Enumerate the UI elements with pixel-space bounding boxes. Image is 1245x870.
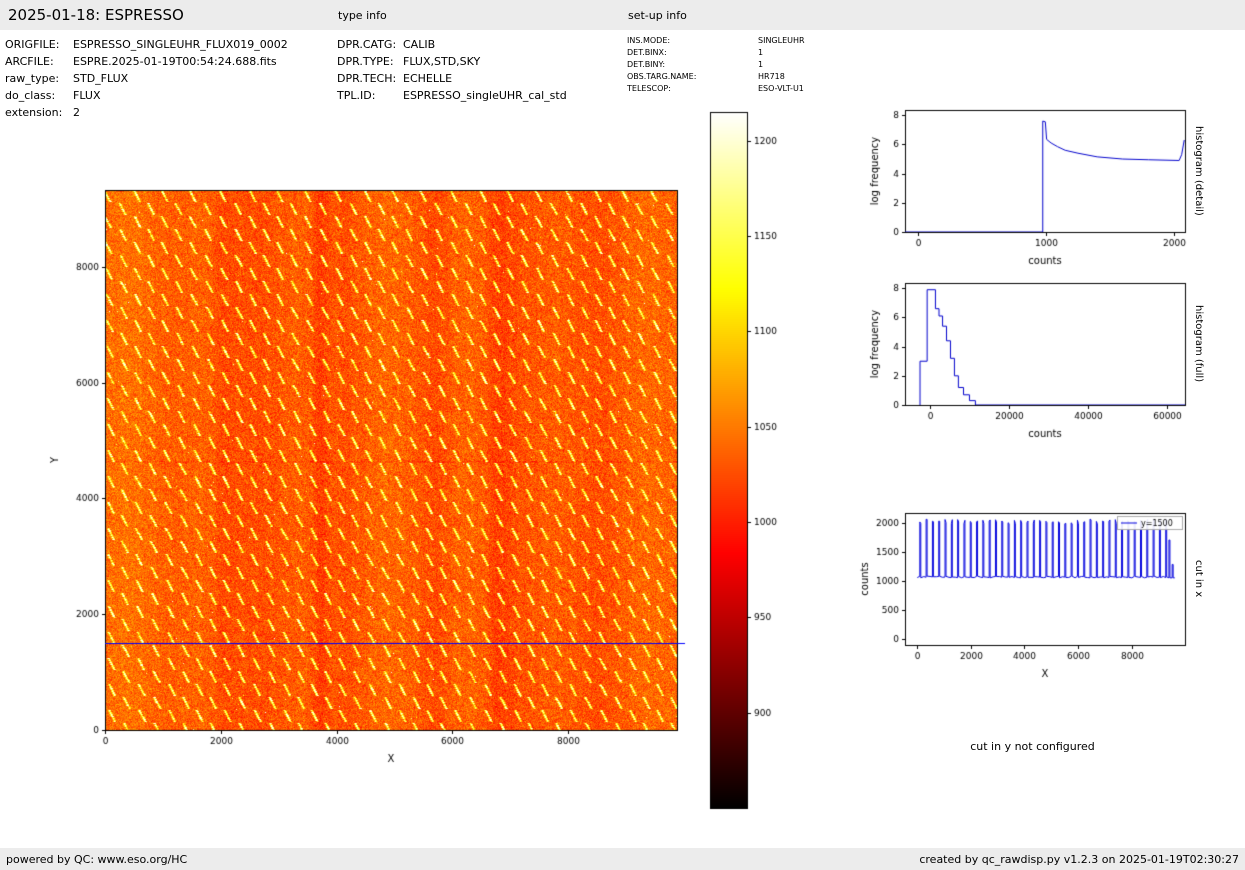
meta-label: ARCFILE: — [5, 55, 54, 68]
header-bar: 2025-01-18: ESPRESSO type info set-up in… — [0, 0, 1245, 30]
meta-label: TELESCOP: — [627, 84, 671, 93]
meta-row: ORIGFILE: ESPRESSO_SINGLEUHR_FLUX019_0002 — [5, 36, 288, 53]
meta-value: FLUX — [73, 89, 101, 102]
meta-label: extension: — [5, 106, 63, 119]
meta-label: do_class: — [5, 89, 56, 102]
meta-row: TPL.ID: ESPRESSO_singleUHR_cal_std — [337, 87, 567, 104]
meta-value: ESPRESSO_singleUHR_cal_std — [403, 89, 567, 102]
cut-in-x-plot — [855, 498, 1210, 698]
setup-info-block: INS.MODE: SINGLEUHR DET.BINX: 1 DET.BINY: 1… — [627, 35, 805, 95]
raw-image-plot — [40, 170, 700, 785]
histogram-detail-right-label: histogram (detail) — [1193, 126, 1204, 216]
meta-row: do_class: FLUX — [5, 87, 288, 104]
meta-row: extension: 2 — [5, 104, 288, 121]
cut-in-x-right-label: cut in x — [1193, 560, 1204, 598]
meta-label: DPR.TECH: — [337, 72, 397, 85]
meta-row: TELESCOP: ESO-VLT-U1 — [627, 83, 805, 95]
histogram-detail-plot — [855, 95, 1210, 285]
meta-label: DET.BINX: — [627, 48, 667, 57]
meta-value: 1 — [758, 48, 764, 57]
meta-row: ARCFILE: ESPRE.2025-01-19T00:54:24.688.fi… — [5, 53, 288, 70]
meta-row: raw_type: STD_FLUX — [5, 70, 288, 87]
histogram-full-plot — [855, 268, 1210, 458]
footer-right-text: created by qc_rawdisp.py v1.2.3 on 2025-… — [919, 853, 1239, 866]
meta-row: DET.BINY: 1 — [627, 59, 805, 71]
meta-row: DET.BINX: 1 — [627, 47, 805, 59]
meta-value: CALIB — [403, 38, 436, 51]
page-title: 2025-01-18: ESPRESSO — [8, 6, 184, 24]
meta-value: ESPRE.2025-01-19T00:54:24.688.fits — [73, 55, 277, 68]
meta-row: OBS.TARG.NAME: HR718 — [627, 71, 805, 83]
meta-value: 1 — [758, 60, 764, 69]
meta-label: raw_type: — [5, 72, 60, 85]
cut-in-y-note: cut in y not configured — [970, 740, 1095, 753]
meta-row: INS.MODE: SINGLEUHR — [627, 35, 805, 47]
type-info-heading: type info — [338, 9, 387, 22]
setup-info-heading: set-up info — [628, 9, 687, 22]
meta-value: ECHELLE — [403, 72, 453, 85]
meta-label: TPL.ID: — [337, 89, 376, 102]
meta-row: DPR.TYPE: FLUX,STD,SKY — [337, 53, 567, 70]
type-info-block: DPR.CATG: CALIB DPR.TYPE: FLUX,STD,SKY DPR… — [337, 36, 567, 104]
meta-value: SINGLEUHR — [758, 36, 805, 45]
meta-value: STD_FLUX — [73, 72, 129, 85]
meta-label: DPR.TYPE: — [337, 55, 394, 68]
meta-value: FLUX,STD,SKY — [403, 55, 481, 68]
meta-row: DPR.TECH: ECHELLE — [337, 70, 567, 87]
meta-label: OBS.TARG.NAME: — [627, 72, 697, 81]
meta-label: DPR.CATG: — [337, 38, 397, 51]
histogram-full-right-label: histogram (full) — [1193, 305, 1204, 383]
meta-label: DET.BINY: — [627, 60, 666, 69]
meta-row: DPR.CATG: CALIB — [337, 36, 567, 53]
meta-value: ESO-VLT-U1 — [758, 84, 804, 93]
meta-label: ORIGFILE: — [5, 38, 60, 51]
colorbar — [700, 105, 810, 820]
meta-label: INS.MODE: — [627, 36, 671, 45]
file-info-block: ORIGFILE: ESPRESSO_SINGLEUHR_FLUX019_0002… — [5, 36, 288, 121]
meta-value: 2 — [73, 106, 80, 119]
footer-left-text: powered by QC: www.eso.org/HC — [6, 853, 188, 866]
meta-value: ESPRESSO_SINGLEUHR_FLUX019_0002 — [73, 38, 288, 51]
meta-value: HR718 — [758, 72, 785, 81]
